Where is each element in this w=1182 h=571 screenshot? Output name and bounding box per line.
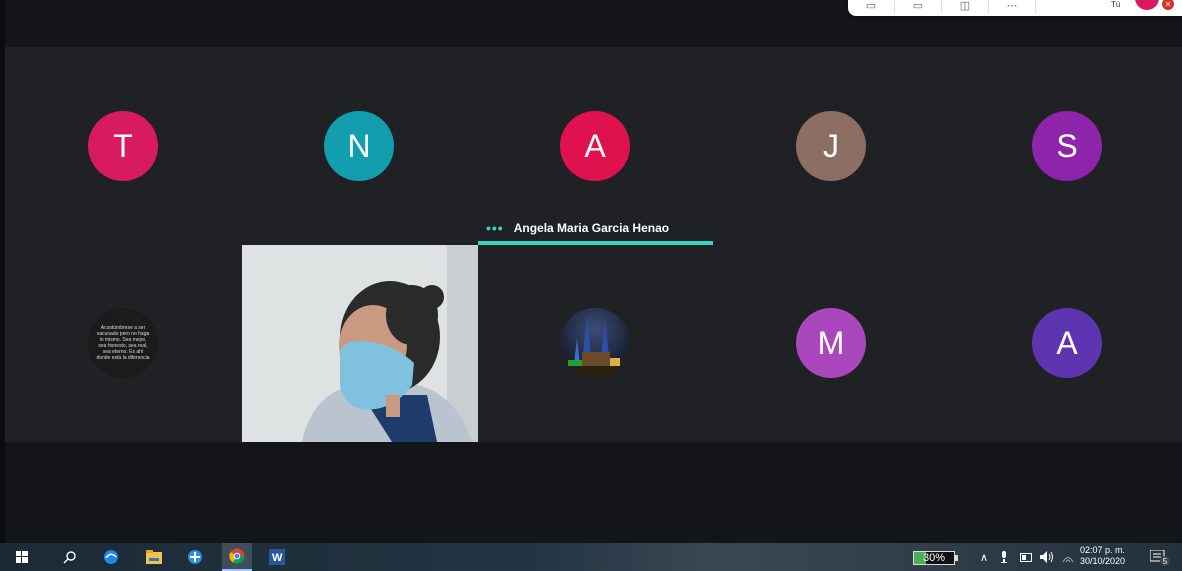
search-icon[interactable] (60, 543, 80, 571)
participant-avatar[interactable]: A (1032, 308, 1102, 378)
church-photo (560, 316, 630, 378)
clock-time: 02:07 p. m. (1080, 545, 1126, 555)
edge-browser-icon[interactable] (100, 543, 122, 571)
self-label: Tú (1111, 0, 1121, 9)
video-feed-image (242, 245, 478, 442)
info-icon[interactable]: ▭ (848, 0, 895, 14)
participant-avatar-church[interactable] (560, 308, 630, 378)
active-speaker-label: ••• Angela Maria Garcia Henao (478, 215, 713, 241)
active-speaker-indicator (478, 241, 713, 245)
mic-off-icon: ✕ (1162, 0, 1174, 10)
participant-avatar[interactable]: M (796, 308, 866, 378)
clock-date: 30/10/2020 (1080, 556, 1126, 566)
meet-window: T N A J S ••• Angela Maria Garcia Henao … (0, 0, 1182, 543)
battery-nub (955, 555, 958, 561)
participant-avatar[interactable]: T (88, 111, 158, 181)
volume-icon[interactable] (1040, 549, 1054, 565)
bottom-band (5, 442, 1182, 543)
notifications-icon[interactable]: 5 (1150, 549, 1170, 566)
windows-start-icon[interactable] (12, 543, 32, 571)
participant-avatar[interactable]: N (324, 111, 394, 181)
microphone-icon[interactable] (1000, 549, 1008, 565)
activities-icon[interactable]: ⋯ (989, 0, 1036, 14)
wifi-icon[interactable] (1062, 549, 1074, 565)
people-icon[interactable]: ◫ (942, 0, 989, 14)
active-speaker-name: Angela Maria Garcia Henao (513, 221, 670, 235)
show-hidden-icons-icon[interactable]: ∧ (980, 549, 988, 565)
participant-avatar[interactable]: A (560, 111, 630, 181)
meeting-toolbar: ▭ ▭ ◫ ⋯ Tú ✕ (848, 0, 1182, 16)
notification-count: 5 (1160, 556, 1170, 566)
more-options-icon[interactable]: ••• (486, 220, 504, 236)
battery-percent-text: 30% (922, 552, 946, 564)
quote-text: Acostúmbrese a ser vacunado pero no haga… (96, 325, 150, 361)
store-icon[interactable] (184, 543, 206, 571)
chat-icon[interactable]: ▭ (895, 0, 942, 14)
system-clock[interactable]: 02:07 p. m. 30/10/2020 (1080, 545, 1125, 567)
svg-text:W: W (272, 552, 283, 564)
participant-avatar-quote[interactable]: Acostúmbrese a ser vacunado pero no haga… (88, 308, 158, 378)
chrome-icon[interactable] (222, 543, 252, 571)
participant-avatar[interactable]: J (796, 111, 866, 181)
display-icon[interactable] (1020, 549, 1032, 565)
word-icon[interactable]: W (264, 543, 290, 571)
participant-avatar[interactable]: S (1032, 111, 1102, 181)
battery-indicator[interactable]: 30% (913, 551, 958, 565)
file-explorer-icon[interactable] (143, 543, 165, 571)
participant-video[interactable] (242, 245, 478, 442)
self-avatar[interactable] (1135, 0, 1159, 10)
